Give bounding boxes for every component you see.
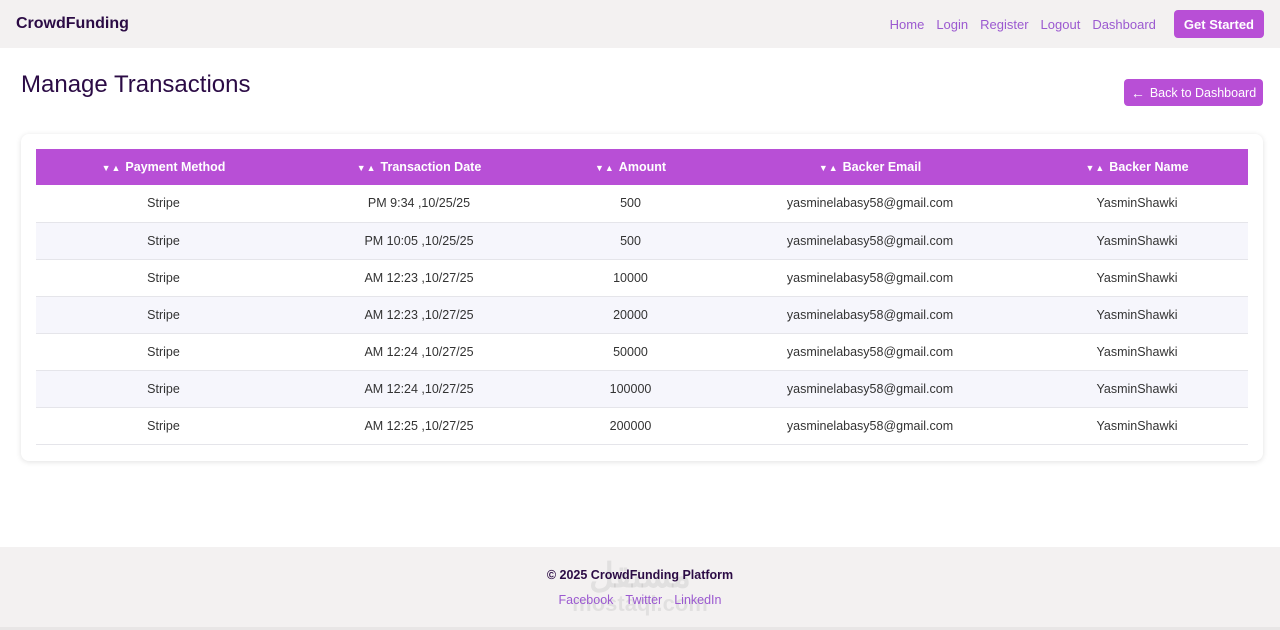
footer-link-linkedin[interactable]: LinkedIn bbox=[674, 593, 721, 607]
cell-backer-email: yasminelabasy58@gmail.com bbox=[786, 196, 954, 211]
cell-transaction-date: AM 12:23 ,10/27/25 bbox=[364, 270, 474, 285]
cell-transaction-date: PM 10:05 ,10/25/25 bbox=[364, 233, 474, 248]
brand-logo[interactable]: CrowdFunding bbox=[16, 15, 129, 33]
cell-amount: 50000 bbox=[613, 344, 648, 359]
column-header-amount[interactable]: ▼▲ Amount bbox=[547, 149, 714, 185]
cell-transaction-date: AM 12:23 ,10/27/25 bbox=[364, 307, 474, 322]
sort-icon[interactable]: ▼▲ bbox=[357, 163, 377, 173]
cell-amount: 100000 bbox=[609, 381, 652, 396]
cell-transaction-date: AM 12:25 ,10/27/25 bbox=[364, 418, 474, 433]
column-header-payment-method[interactable]: ▼▲ Payment Method bbox=[36, 149, 291, 185]
nav-link-home[interactable]: Home bbox=[890, 17, 925, 32]
cell-backer-email: yasminelabasy58@gmail.com bbox=[786, 344, 954, 359]
sort-icon[interactable]: ▼▲ bbox=[102, 163, 122, 173]
table-row: Stripe AM 12:23 ,10/27/25 20000 yasminel… bbox=[36, 296, 1248, 333]
cell-backer-name: YasminShawki bbox=[1096, 196, 1178, 211]
navbar: CrowdFunding Home Login Register Logout … bbox=[0, 0, 1280, 48]
column-header-transaction-date[interactable]: ▼▲ Transaction Date bbox=[291, 149, 547, 185]
nav-link-logout[interactable]: Logout bbox=[1041, 17, 1081, 32]
column-label: Amount bbox=[618, 160, 667, 174]
column-label: Backer Email bbox=[842, 160, 922, 174]
cell-backer-email: yasminelabasy58@gmail.com bbox=[786, 381, 954, 396]
cell-amount: 500 bbox=[620, 233, 641, 248]
footer: مستقل mostaql.com © 2025 CrowdFunding Pl… bbox=[0, 547, 1280, 627]
copyright-text: © 2025 CrowdFunding Platform bbox=[546, 568, 734, 582]
watermark-logo: مستقل mostaql.com bbox=[560, 547, 720, 627]
nav-link-register[interactable]: Register bbox=[980, 17, 1028, 32]
cell-backer-name: YasminShawki bbox=[1096, 270, 1178, 285]
footer-links: Facebook Twitter LinkedIn bbox=[0, 593, 1280, 607]
back-button-label: Back to Dashboard bbox=[1149, 85, 1257, 100]
cell-amount: 500 bbox=[620, 196, 641, 211]
cell-amount: 20000 bbox=[613, 307, 648, 322]
column-label: Payment Method bbox=[125, 160, 226, 174]
cell-transaction-date: AM 12:24 ,10/27/25 bbox=[364, 381, 474, 396]
cell-backer-email: yasminelabasy58@gmail.com bbox=[786, 418, 954, 433]
arrow-left-icon: ← bbox=[1130, 84, 1145, 101]
footer-link-facebook[interactable]: Facebook bbox=[559, 593, 614, 607]
cell-transaction-date: AM 12:24 ,10/27/25 bbox=[364, 344, 474, 359]
table-row: Stripe AM 12:24 ,10/27/25 100000 yasmine… bbox=[36, 370, 1248, 407]
cell-payment-method: Stripe bbox=[147, 307, 180, 322]
cell-backer-email: yasminelabasy58@gmail.com bbox=[786, 307, 954, 322]
cell-backer-name: YasminShawki bbox=[1096, 381, 1178, 396]
cell-payment-method: Stripe bbox=[147, 233, 180, 248]
sort-icon[interactable]: ▼▲ bbox=[1085, 163, 1105, 173]
cell-backer-name: YasminShawki bbox=[1096, 233, 1178, 248]
back-to-dashboard-button[interactable]: ← Back to Dashboard bbox=[1124, 79, 1263, 106]
cell-backer-email: yasminelabasy58@gmail.com bbox=[786, 233, 954, 248]
column-label: Backer Name bbox=[1109, 160, 1189, 174]
cell-payment-method: Stripe bbox=[147, 381, 180, 396]
get-started-button[interactable]: Get Started bbox=[1173, 10, 1264, 38]
transactions-table: ▼▲ Payment Method ▼▲ Transaction Date ▼▲ Am… bbox=[36, 149, 1248, 445]
table-header-row: ▼▲ Payment Method ▼▲ Transaction Date ▼▲ Am… bbox=[36, 149, 1248, 185]
table-row: Stripe AM 12:25 ,10/27/25 200000 yasmine… bbox=[36, 407, 1248, 444]
column-label: Transaction Date bbox=[380, 160, 482, 174]
cell-backer-name: YasminShawki bbox=[1096, 307, 1178, 322]
cell-backer-name: YasminShawki bbox=[1096, 418, 1178, 433]
table-row: Stripe AM 12:24 ,10/27/25 50000 yasminel… bbox=[36, 333, 1248, 370]
cell-transaction-date: PM 9:34 ,10/25/25 bbox=[367, 196, 471, 211]
nav-link-login[interactable]: Login bbox=[936, 17, 968, 32]
cell-amount: 200000 bbox=[609, 418, 652, 433]
table-row: Stripe PM 9:34 ,10/25/25 500 yasminelaba… bbox=[36, 185, 1248, 222]
cell-backer-email: yasminelabasy58@gmail.com bbox=[786, 270, 954, 285]
cell-backer-name: YasminShawki bbox=[1096, 344, 1178, 359]
cell-payment-method: Stripe bbox=[147, 344, 180, 359]
nav-links: Home Login Register Logout Dashboard Get… bbox=[878, 10, 1264, 38]
nav-link-dashboard[interactable]: Dashboard bbox=[1092, 17, 1156, 32]
table-row: Stripe AM 12:23 ,10/27/25 10000 yasminel… bbox=[36, 259, 1248, 296]
table-row: Stripe PM 10:05 ,10/25/25 500 yasminelab… bbox=[36, 222, 1248, 259]
cell-payment-method: Stripe bbox=[147, 196, 180, 211]
sort-icon[interactable]: ▼▲ bbox=[819, 163, 839, 173]
cell-amount: 10000 bbox=[613, 270, 648, 285]
sort-icon[interactable]: ▼▲ bbox=[595, 163, 615, 173]
page-title: Manage Transactions bbox=[21, 71, 251, 98]
footer-link-twitter[interactable]: Twitter bbox=[625, 593, 662, 607]
cell-payment-method: Stripe bbox=[147, 270, 180, 285]
transactions-card: ▼▲ Payment Method ▼▲ Transaction Date ▼▲ Am… bbox=[21, 134, 1263, 461]
cell-payment-method: Stripe bbox=[147, 418, 180, 433]
column-header-backer-name[interactable]: ▼▲ Backer Name bbox=[1026, 149, 1248, 185]
column-header-backer-email[interactable]: ▼▲ Backer Email bbox=[714, 149, 1026, 185]
